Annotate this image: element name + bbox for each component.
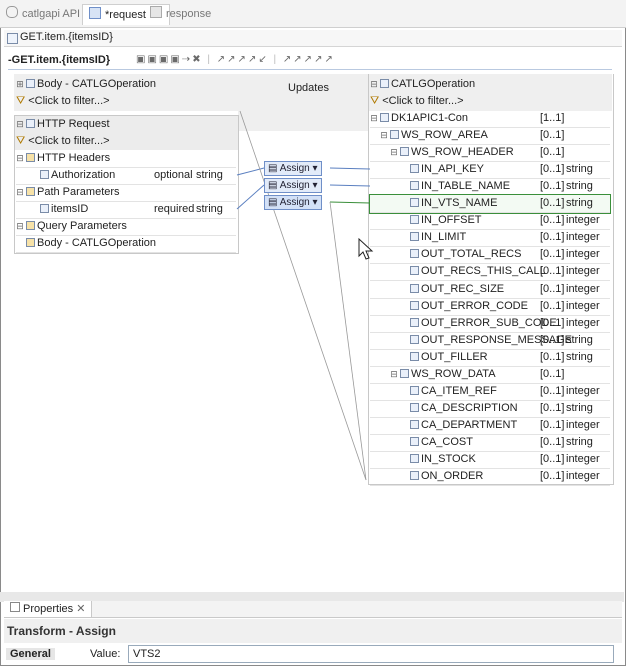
value-field[interactable]: VTS2 xyxy=(128,645,614,663)
chevron-down-icon[interactable]: ▾ xyxy=(312,163,317,174)
mapping-line xyxy=(329,184,371,187)
mouse-cursor-icon xyxy=(358,238,374,260)
section-general[interactable]: General xyxy=(6,648,55,660)
properties-body: General Value: VTS2 xyxy=(4,643,622,665)
mapping-line xyxy=(329,167,371,170)
mapping-lines xyxy=(236,110,371,481)
mapping-line xyxy=(236,184,265,210)
assign-transform[interactable]: ▤ Assign ▾ xyxy=(264,161,322,176)
close-icon[interactable]: ✕ xyxy=(76,603,85,615)
assign-transform[interactable]: ▤ Assign ▾ xyxy=(264,178,322,193)
transform-icon: ▤ xyxy=(268,163,278,174)
value-label: Value: xyxy=(90,648,121,660)
transform-icon: ▤ xyxy=(268,197,278,208)
properties-tabbar: Properties ✕ xyxy=(4,601,622,618)
chevron-down-icon[interactable]: ▾ xyxy=(312,180,317,191)
transform-icon: ▤ xyxy=(268,180,278,191)
properties-title-bar: Transform - Assign xyxy=(4,619,622,643)
assign-transform-selected[interactable]: ▤ Assign ▾ xyxy=(264,195,322,210)
properties-title: Transform - Assign xyxy=(7,624,116,638)
mapping-line xyxy=(329,201,371,204)
tab-properties[interactable]: Properties ✕ xyxy=(4,601,93,617)
properties-icon xyxy=(10,602,20,612)
chevron-down-icon[interactable]: ▾ xyxy=(312,197,317,208)
